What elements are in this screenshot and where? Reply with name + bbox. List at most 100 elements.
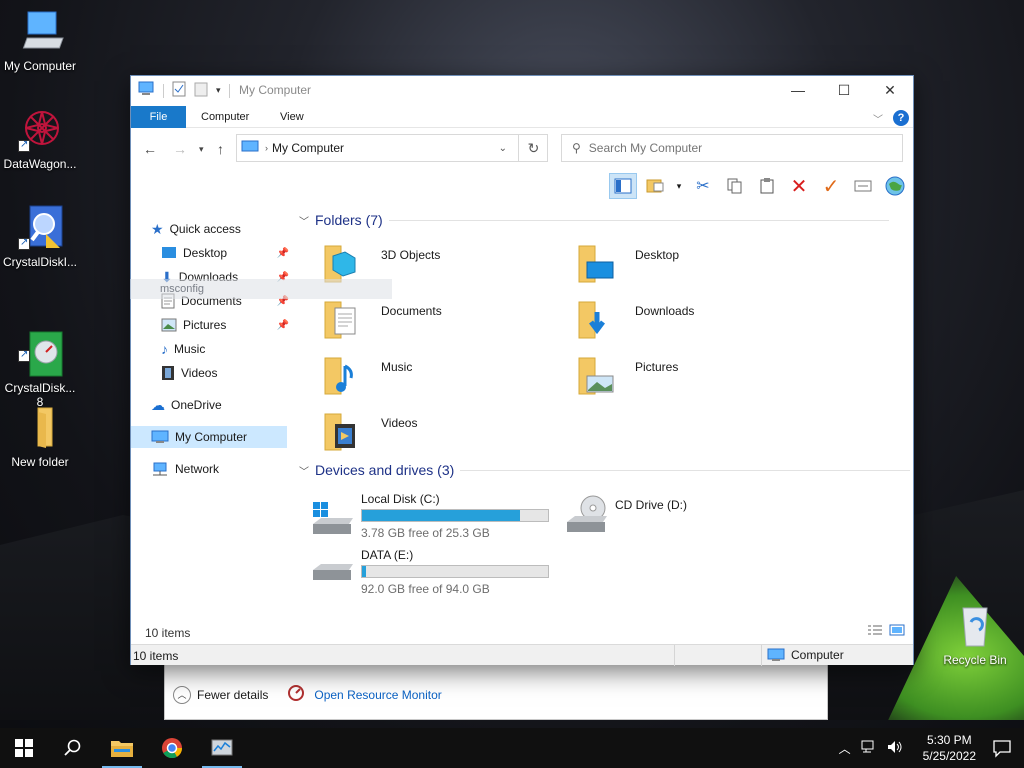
help-icon[interactable]: ?: [893, 110, 909, 126]
start-button[interactable]: [0, 728, 48, 768]
layout-dropdown-icon[interactable]: ▾: [673, 173, 685, 199]
pin-icon[interactable]: 📌: [277, 248, 289, 259]
back-arrow-icon[interactable]: ←: [143, 141, 157, 157]
globe-icon[interactable]: [881, 173, 909, 199]
clock[interactable]: 5:30 PM 5/25/2022: [923, 732, 976, 764]
details-view-icon[interactable]: [867, 624, 883, 639]
rename-icon[interactable]: [849, 173, 877, 199]
command-toolbar: ▾ ✂ ✕ ✓: [609, 172, 909, 200]
search-box[interactable]: ⚲: [561, 134, 903, 162]
folder-documents[interactable]: Documents: [311, 296, 551, 346]
address-bar[interactable]: › My Computer ⌄: [236, 134, 548, 162]
chevron-up-icon[interactable]: ︿: [173, 685, 191, 704]
new-folder-icon[interactable]: [194, 81, 208, 100]
item-count: 10 items: [145, 626, 191, 640]
sidebar-item-pictures[interactable]: Pictures 📌: [161, 314, 291, 336]
desktop-icon: [162, 247, 176, 258]
taskbar-chrome[interactable]: [148, 728, 196, 768]
recent-locations-chevron-icon[interactable]: ▾: [199, 144, 204, 155]
folder-downloads[interactable]: Downloads: [565, 296, 805, 346]
folder-desktop[interactable]: Desktop: [565, 240, 805, 290]
desktop-icon-crystaldiskinfo[interactable]: CrystalDiskI...: [0, 204, 80, 269]
desktop-icon-datawagon[interactable]: DataWagon...: [0, 106, 80, 171]
computer-icon: [151, 430, 169, 443]
sidebar-item-music[interactable]: ♪ Music: [161, 338, 291, 360]
music-folder-icon: [324, 357, 353, 395]
music-note-icon: ♪: [161, 341, 168, 357]
navigation-pane-icon[interactable]: [609, 173, 637, 199]
desktop-icon-my-computer[interactable]: My Computer: [0, 8, 80, 73]
expand-ribbon-icon[interactable]: ﹀: [873, 111, 883, 126]
pin-icon[interactable]: 📌: [277, 320, 289, 331]
search-input[interactable]: [588, 141, 869, 155]
folder-videos[interactable]: Videos: [311, 408, 551, 458]
sidebar-item-label: Desktop: [183, 246, 228, 260]
drive-label: DATA (E:): [361, 548, 414, 562]
forward-arrow-icon[interactable]: →: [173, 141, 187, 157]
drive-free-space: 92.0 GB free of 94.0 GB: [361, 582, 490, 596]
volume-icon[interactable]: [887, 740, 903, 757]
customize-toolbar-icon[interactable]: ▾: [216, 85, 221, 96]
drive-e[interactable]: DATA (E:) 92.0 GB free of 94.0 GB: [291, 546, 551, 598]
collapse-chevron-icon[interactable]: ﹀: [299, 213, 309, 228]
fewer-details-button[interactable]: Fewer details: [197, 688, 268, 702]
folder-music[interactable]: Music: [311, 352, 551, 402]
desktop-icon-new-folder[interactable]: New folder: [0, 404, 80, 469]
status-bar: 10 items Computer: [131, 644, 913, 666]
sidebar-item-label: My Computer: [175, 430, 248, 444]
address-dropdown-icon[interactable]: ⌄: [499, 143, 507, 154]
chrome-icon: [162, 738, 183, 759]
folders-group-header[interactable]: ﹀ Folders (7): [299, 212, 889, 228]
sidebar-item-desktop[interactable]: Desktop 📌: [161, 242, 291, 264]
sidebar-item-quick-access[interactable]: ★ Quick access: [151, 218, 291, 240]
maximize-button[interactable]: ☐: [821, 76, 867, 104]
group-header-label: Devices and drives (3): [315, 462, 455, 478]
search-button[interactable]: [48, 728, 96, 768]
network-icon[interactable]: [861, 740, 877, 757]
close-button[interactable]: ✕: [867, 76, 913, 104]
minimize-button[interactable]: —: [775, 76, 821, 104]
system-tray: ︿ 5:30 PM 5/25/2022: [839, 728, 976, 768]
drag-ghost: msconfig: [130, 279, 392, 299]
large-icons-view-icon[interactable]: [889, 624, 905, 639]
sidebar-item-onedrive[interactable]: ☁ OneDrive: [151, 394, 291, 416]
up-arrow-icon[interactable]: ↑: [217, 141, 224, 157]
drive-d[interactable]: CD Drive (D:): [545, 490, 805, 542]
devices-group-header[interactable]: ﹀ Devices and drives (3): [299, 462, 911, 478]
folder-label: Documents: [381, 304, 442, 318]
desktop-folder-icon: [578, 245, 614, 283]
hard-drive-icon: [313, 564, 353, 580]
open-resource-monitor-link[interactable]: Open Resource Monitor: [314, 688, 441, 702]
refresh-button[interactable]: ↻: [518, 134, 548, 162]
pictures-icon: [161, 318, 177, 332]
layout-icon[interactable]: [641, 173, 669, 199]
sidebar-item-network[interactable]: Network: [151, 458, 291, 480]
sidebar-item-label: Videos: [181, 366, 218, 380]
drive-c[interactable]: Local Disk (C:) 3.78 GB free of 25.3 GB: [291, 490, 551, 542]
folder-icon: [16, 404, 64, 452]
sidebar-item-videos[interactable]: Videos: [161, 362, 291, 384]
desktop-icon-recycle-bin[interactable]: Recycle Bin: [935, 602, 1015, 667]
tab-file[interactable]: File: [131, 106, 186, 128]
folder-pictures[interactable]: Pictures: [565, 352, 805, 402]
windows-drive-icon: [313, 502, 353, 534]
check-icon[interactable]: ✓: [817, 173, 845, 199]
paste-icon[interactable]: [753, 173, 781, 199]
sidebar-item-label: Quick access: [169, 222, 241, 236]
collapse-chevron-icon[interactable]: ﹀: [299, 463, 309, 478]
sidebar-item-my-computer[interactable]: My Computer: [131, 426, 287, 448]
taskbar-task-manager[interactable]: [198, 728, 246, 768]
show-hidden-icons-chevron-icon[interactable]: ︿: [839, 740, 851, 757]
quick-access-toolbar: ▾: [137, 81, 230, 100]
tab-view[interactable]: View: [266, 106, 318, 128]
monitor-icon: [16, 8, 64, 56]
drive-label: CD Drive (D:): [615, 498, 687, 512]
tab-computer[interactable]: Computer: [187, 106, 263, 128]
documents-folder-icon: [324, 301, 356, 339]
taskbar-file-explorer[interactable]: [98, 728, 146, 768]
notification-center-icon[interactable]: [992, 738, 1012, 758]
cut-icon[interactable]: ✂: [689, 173, 717, 199]
delete-icon[interactable]: ✕: [785, 173, 813, 199]
copy-icon[interactable]: [721, 173, 749, 199]
properties-icon[interactable]: [172, 81, 186, 100]
